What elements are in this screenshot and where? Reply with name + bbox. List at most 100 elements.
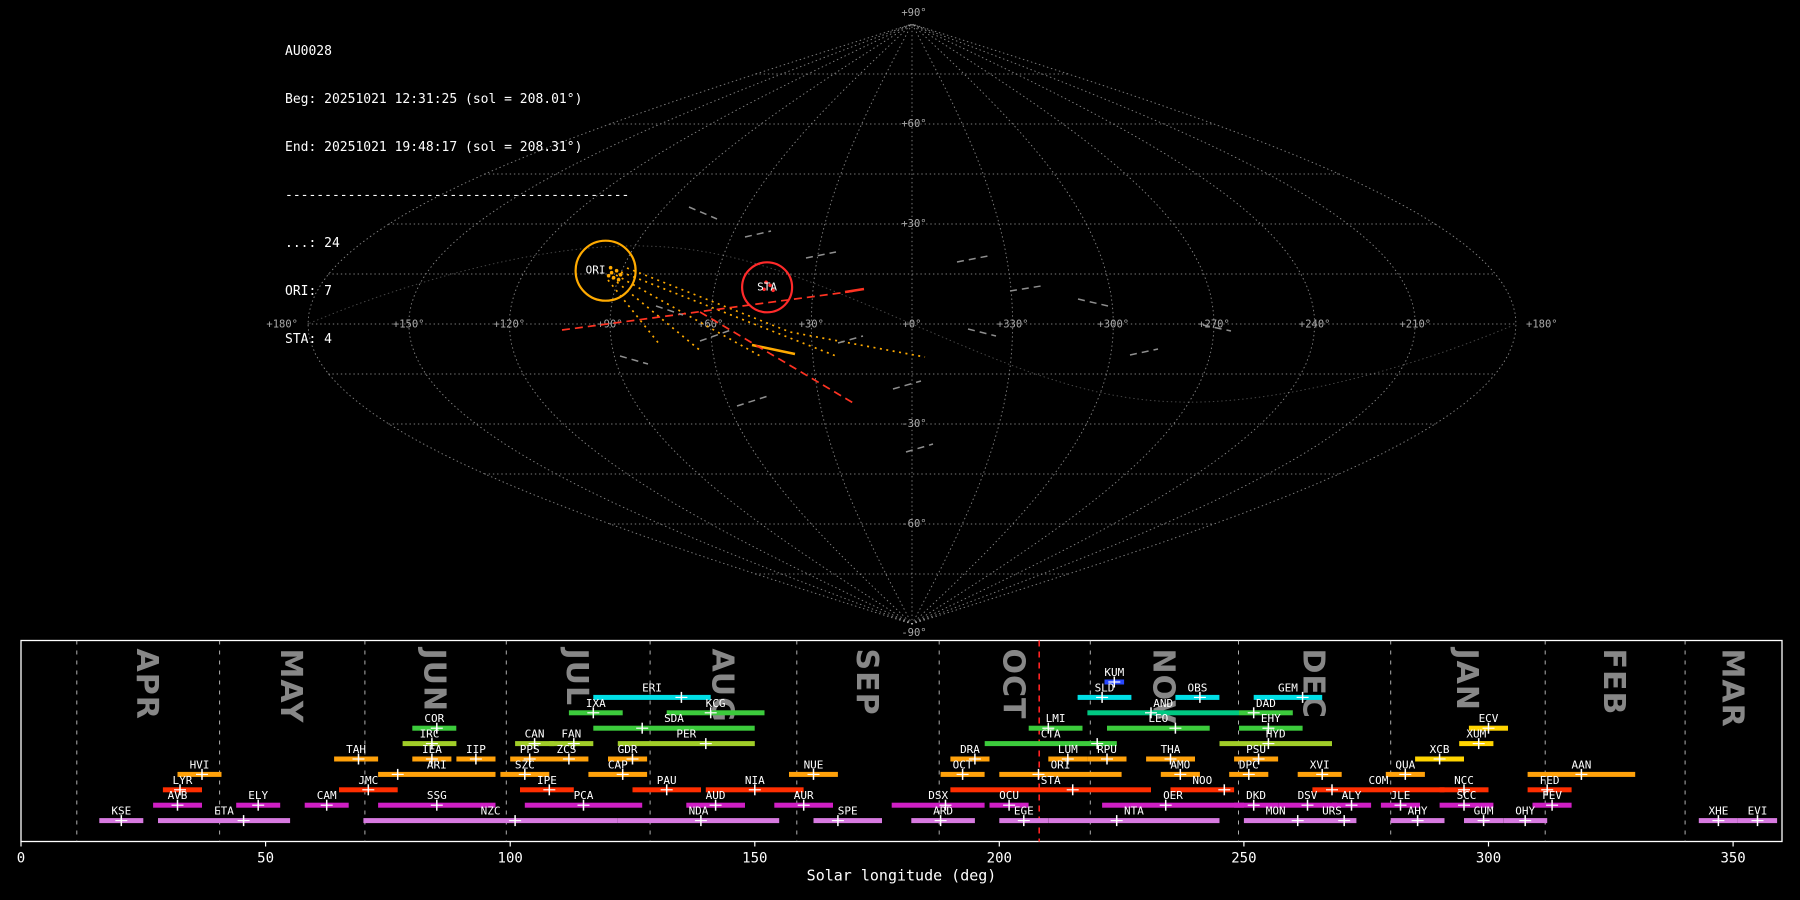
shower-ERI: ERI [593, 681, 711, 703]
map-lon-label: +240° [1299, 319, 1331, 331]
shower-label: XHE [1708, 805, 1728, 818]
shower-XVI: XVI [1297, 758, 1342, 780]
shower-TAH: TAH [334, 743, 379, 765]
shower-NZC: NZC [363, 805, 618, 827]
shower-label: LYR [172, 774, 192, 787]
shower-label: DPC [1239, 758, 1259, 771]
shower-label: QUA [1395, 758, 1415, 771]
shower-label: NCC [1454, 774, 1474, 787]
track-red_dash [699, 311, 856, 405]
track-orange_dot [615, 274, 763, 358]
shower-LEO: LEO [1107, 712, 1210, 734]
month-label-APR: APR [129, 649, 164, 720]
begin-time: Beg: 20251021 12:31:25 (sol = 208.01°) [285, 92, 583, 107]
activity-bar [593, 725, 755, 731]
shower-label: OCU [999, 789, 1019, 802]
activity-bar [617, 741, 755, 747]
shower-ARI: ARI [378, 758, 496, 780]
shower-label: HVI [190, 758, 210, 771]
activity-bar [1219, 741, 1332, 747]
meteor-observation-dashboard: AU0028 Beg: 20251021 12:31:25 (sol = 208… [0, 0, 1800, 900]
x-tick-label: 350 [1720, 851, 1745, 867]
shower-label: STA [1041, 774, 1061, 787]
shower-label: AAN [1571, 758, 1591, 771]
map-lat-label: -30° [901, 418, 926, 430]
sky-and-activity-plot: +180° +150° +120° +90° +60° +30° +0° +330° +300°… [17, 7, 1783, 885]
shower-label: SPE [838, 805, 858, 818]
month-label-OCT: OCT [996, 649, 1031, 720]
shower-label: OCT [953, 758, 973, 771]
shower-label: IXA [586, 697, 606, 710]
shower-label: NOO [1192, 774, 1212, 787]
month-label-JAN: JAN [1449, 647, 1484, 712]
shower-label: GDR [618, 743, 638, 756]
shower-label: ETA [214, 805, 234, 818]
month-label-MAY: MAY [273, 649, 308, 724]
count-ori: ORI: 7 [285, 284, 332, 299]
shower-label: AUR [794, 789, 814, 802]
count-sta: STA: 4 [285, 332, 332, 347]
map-lon-label: +270° [1198, 319, 1230, 331]
shower-SSG: SSG [378, 789, 496, 811]
shower-label: DRA [960, 743, 980, 756]
shower-label: XUM [1466, 728, 1486, 741]
track-gray_dash [905, 443, 934, 453]
radiant-STA: STA [740, 261, 794, 314]
shower-label: XVI [1310, 758, 1330, 771]
shower-URS: URS [1307, 805, 1357, 827]
shower-label: AUD [706, 789, 726, 802]
shower-label: EHY [1261, 712, 1281, 725]
shower-label: OHY [1515, 805, 1535, 818]
activity-bar [950, 787, 1151, 793]
shower-label: KUM [1104, 666, 1124, 679]
shower-label: LEO [1148, 712, 1168, 725]
map-lat-label: -60° [901, 518, 926, 530]
count-sporadic: ...: 24 [285, 236, 340, 251]
month-label-SEP: SEP [849, 649, 884, 716]
shower-OBS: OBS [1175, 681, 1220, 703]
shower-label: NIA [745, 774, 765, 787]
shower-label: ERI [642, 681, 662, 694]
activity-chart: APR MAY JUN JUL AUG SEP OCT NOV DEC JAN FEB MAR0 50 1… [17, 639, 1783, 885]
shower-label: OER [1163, 789, 1183, 802]
shower-AUR: AUR [774, 789, 833, 811]
shower-label: OBS [1187, 681, 1207, 694]
shower-IIP: IIP [456, 743, 496, 765]
shower-label: THA [1161, 743, 1181, 756]
track-gray_dash [1129, 348, 1159, 356]
map-lon-label: +0° [903, 319, 922, 331]
map-lat-label: +30° [901, 218, 926, 230]
map-lon-label: +300° [1097, 319, 1129, 331]
shower-label: AVB [168, 789, 188, 802]
activity-bar [593, 694, 711, 700]
shower-NDA: NDA [617, 805, 780, 827]
shower-label: COM [1368, 774, 1388, 787]
shower-CAM: CAM [304, 789, 349, 811]
shower-label: SDA [664, 712, 684, 725]
shower-label: COR [424, 712, 444, 725]
activity-bar [158, 818, 291, 824]
x-tick-label: 100 [498, 851, 523, 867]
track-gray_dash [956, 255, 989, 263]
map-lon-label: +330° [997, 319, 1029, 331]
shower-OCT: OCT [940, 758, 985, 780]
month-label-DEC: DEC [1296, 649, 1331, 719]
map-lon-label: +30° [799, 319, 824, 331]
shower-ELY: ELY [236, 789, 281, 811]
activity-bar [813, 818, 882, 824]
shower-NTA: NTA [1048, 805, 1220, 827]
shower-ARD: ARD [911, 805, 975, 827]
shower-label: DAD [1256, 697, 1276, 710]
radiant-label-STA: STA [757, 280, 777, 293]
shower-label: ZCS [556, 743, 576, 756]
shower-label: SCC [1457, 789, 1477, 802]
shower-label: CAP [608, 758, 628, 771]
station-id: AU0028 [285, 44, 332, 59]
shower-SPE: SPE [813, 805, 882, 827]
x-tick-label: 150 [742, 851, 767, 867]
shower-label: CAM [317, 789, 337, 802]
shower-IPE: IPE [520, 774, 574, 796]
track-gray_dash [1009, 285, 1042, 292]
shower-KSE: KSE [99, 805, 144, 827]
shower-label: XCB [1430, 743, 1450, 756]
